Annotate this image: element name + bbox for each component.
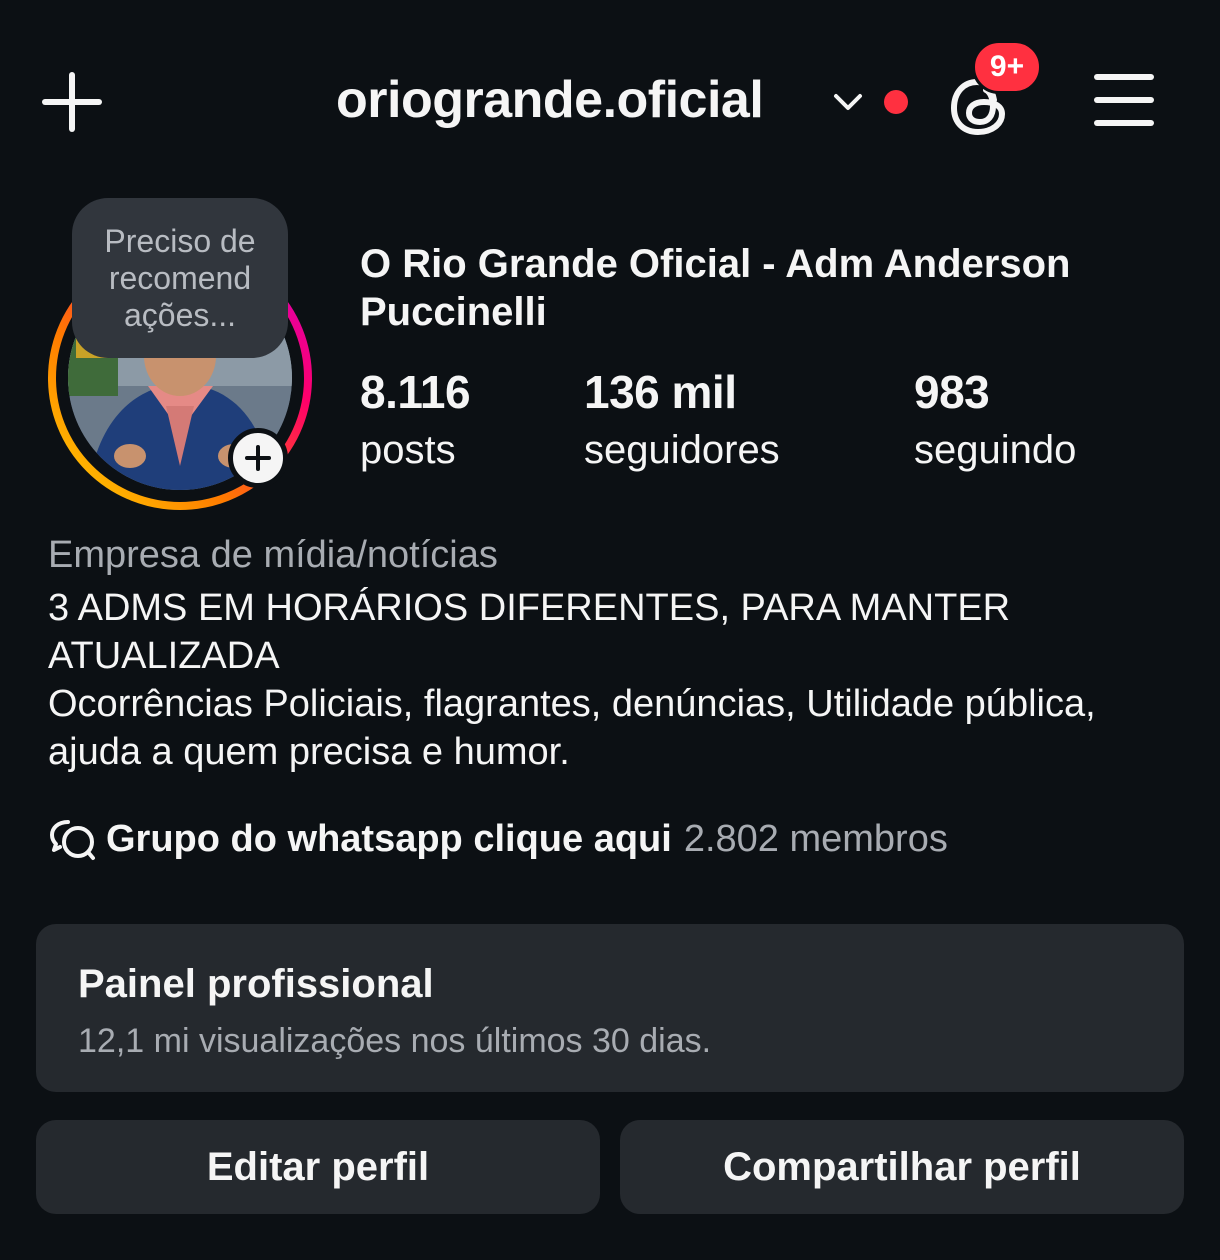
stat-posts-value: 8.116 <box>360 366 471 418</box>
avatar-note-bubble[interactable]: Preciso de recomend ações... <box>72 198 288 358</box>
notification-dot <box>884 90 908 114</box>
create-plus-icon[interactable] <box>40 70 104 134</box>
stat-followers-value: 136 mil <box>584 366 737 418</box>
avatar-note-text: Preciso de recomend ações... <box>104 222 256 333</box>
plus-icon <box>245 445 271 471</box>
hamburger-menu-icon[interactable] <box>1092 70 1156 130</box>
profile-full-name: O Rio Grande Oficial - Adm Anderson Pucc… <box>360 242 1071 334</box>
professional-dashboard-card[interactable]: Painel profissional 12,1 mi visualizaçõe… <box>36 924 1184 1092</box>
profile-screen: oriogrande.oficial 9+ Preciso de recomen… <box>0 0 1220 1260</box>
stat-following-value: 983 <box>914 366 990 418</box>
add-story-button[interactable] <box>228 428 288 488</box>
share-profile-button[interactable]: Compartilhar perfil <box>620 1120 1184 1214</box>
profile-bio: 3 ADMS EM HORÁRIOS DIFERENTES, PARA MANT… <box>48 584 1178 776</box>
stat-following-label: seguindo <box>914 428 1077 472</box>
edit-profile-button[interactable]: Editar perfil <box>36 1120 600 1214</box>
top-bar: oriogrande.oficial 9+ <box>0 0 1220 200</box>
profile-category: Empresa de mídia/notícias <box>48 534 498 576</box>
link-member-count: 2.802 membros <box>683 817 948 860</box>
username-title[interactable]: oriogrande.oficial <box>336 70 764 130</box>
chat-bubbles-icon <box>50 820 95 860</box>
stat-posts-label: posts <box>360 428 456 472</box>
link-title: Grupo do whatsapp clique aqui <box>106 817 672 860</box>
dashboard-title: Painel profissional <box>78 962 434 1006</box>
whatsapp-group-link[interactable]: Grupo do whatsapp clique aqui 2.802 memb… <box>48 814 948 864</box>
chevron-down-icon[interactable] <box>828 82 868 122</box>
stat-followers-label: seguidores <box>584 428 780 472</box>
stat-followers[interactable]: 136 mil seguidores <box>584 366 780 480</box>
dashboard-subtitle: 12,1 mi visualizações nos últimos 30 dia… <box>78 1022 712 1060</box>
notification-badge: 9+ <box>972 40 1042 94</box>
bio-line: 3 ADMS EM HORÁRIOS DIFERENTES, PARA MANT… <box>48 587 1011 677</box>
bio-line: Ocorrências Policiais, flagrantes, denún… <box>48 683 1096 773</box>
stat-following[interactable]: 983 seguindo <box>914 366 1076 480</box>
stat-posts[interactable]: 8.116 posts <box>360 366 471 480</box>
